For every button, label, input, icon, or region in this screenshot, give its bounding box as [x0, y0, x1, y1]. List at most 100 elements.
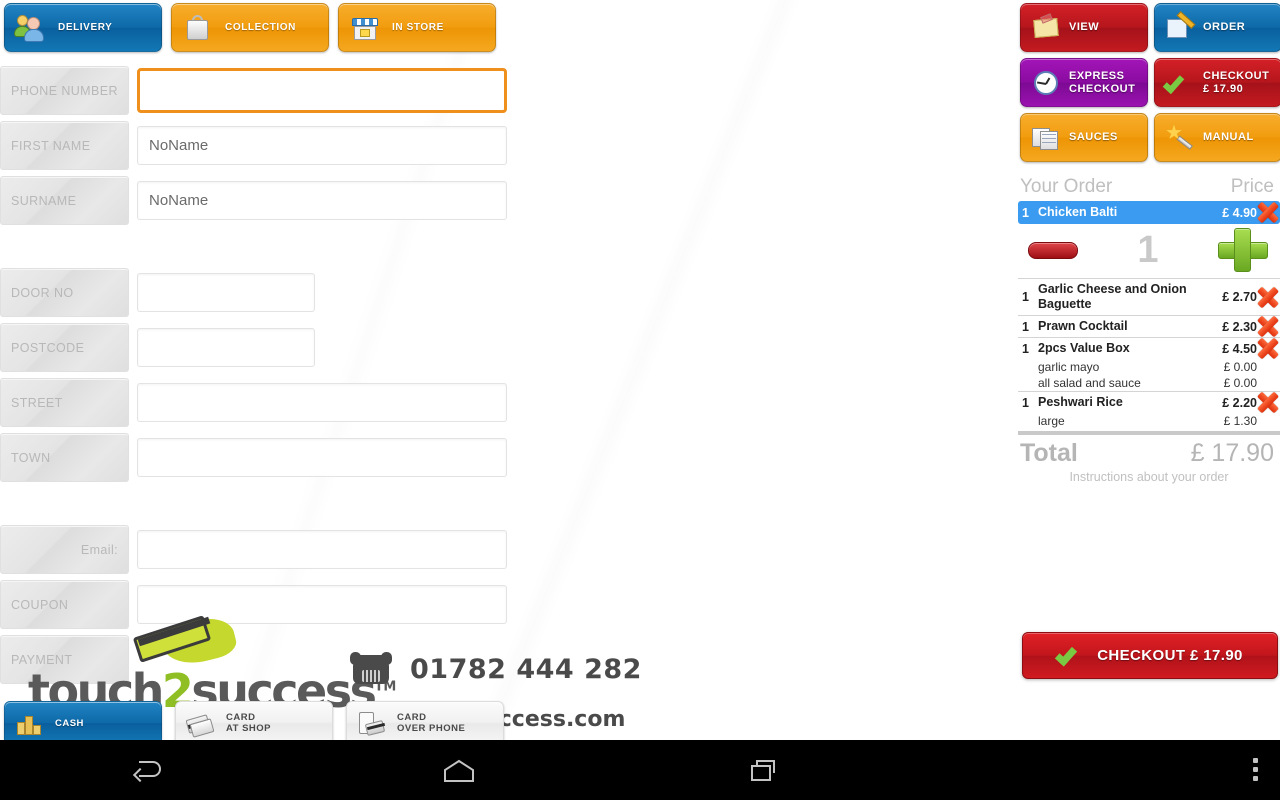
checkout-button-small[interactable]: CHECKOUT £ 17.90 [1154, 58, 1280, 107]
payment-label-line1: CARD [226, 712, 256, 723]
contact-phone-number: 01782 444 282 [410, 653, 642, 685]
android-home-button[interactable] [429, 747, 489, 793]
quantity-stepper: 1 [1018, 224, 1280, 278]
payment-method-cash[interactable]: CASH [4, 701, 162, 745]
form-row-town: TOWN [0, 430, 520, 485]
form-row-surname: SURNAME NoName [0, 173, 520, 228]
view-button[interactable]: VIEW [1020, 3, 1148, 52]
order-mode-tabs: DELIVERY COLLECTION IN STORE [4, 3, 496, 52]
field-label-door-no: DOOR NO [0, 268, 129, 317]
order-item-name: Prawn Cocktail [1038, 319, 1128, 333]
sauces-button-label: SAUCES [1069, 131, 1118, 143]
door-no-input[interactable] [137, 273, 315, 312]
order-item-row[interactable]: 1 2pcs Value Box £ 4.50 [1018, 337, 1280, 359]
delete-item-icon[interactable] [1254, 199, 1280, 227]
order-mode-label: DELIVERY [58, 22, 113, 33]
field-label-street: STREET [0, 378, 129, 427]
order-instructions-hint[interactable]: Instructions about your order [1018, 470, 1280, 484]
payment-method-card-over-phone[interactable]: CARD OVER PHONE [346, 701, 504, 745]
order-item-name: Garlic Cheese and Onion Baguette [1038, 282, 1187, 311]
checkout-small-label-line1: CHECKOUT [1203, 69, 1270, 82]
pos-app-screen: DELIVERY COLLECTION IN STORE PHONE NUMBE… [0, 0, 1280, 800]
order-item-row[interactable]: 1 Garlic Cheese and Onion Baguette £ 2.7… [1018, 278, 1280, 315]
payment-label-line2: OVER PHONE [397, 723, 466, 734]
sauces-button[interactable]: SAUCES [1020, 113, 1148, 162]
order-item-row[interactable]: 1 Peshwari Rice £ 2.20 [1018, 391, 1280, 413]
android-back-button[interactable] [123, 747, 183, 793]
checkout-large-label: CHECKOUT £ 17.90 [1097, 647, 1243, 664]
order-mode-label: COLLECTION [225, 22, 296, 33]
customer-details-form: PHONE NUMBER FIRST NAME NoName SURNAME N… [0, 63, 520, 687]
postcode-input[interactable] [137, 328, 315, 367]
order-item-row[interactable]: 1 Prawn Cocktail £ 2.30 [1018, 315, 1280, 337]
order-item-option: all salad and sauce £ 0.00 [1018, 375, 1280, 391]
manual-button-label: MANUAL [1203, 131, 1254, 143]
payment-label-line2: AT SHOP [226, 723, 272, 734]
order-item-qty: 1 [1022, 290, 1029, 304]
shopping-bag-icon [183, 13, 213, 43]
order-item-qty: 1 [1022, 319, 1029, 334]
form-row-postcode: POSTCODE [0, 320, 520, 375]
order-button[interactable]: ORDER [1154, 3, 1280, 52]
order-item-row[interactable]: 1 Chicken Balti £ 4.90 [1018, 201, 1280, 224]
field-label-surname: SURNAME [0, 176, 129, 225]
increase-quantity-button[interactable] [1217, 228, 1268, 272]
total-divider [1018, 431, 1280, 435]
field-label-town: TOWN [0, 433, 129, 482]
order-item-name: Chicken Balti [1038, 205, 1118, 219]
order-item-option: large £ 1.30 [1018, 413, 1280, 429]
first-name-input[interactable]: NoName [137, 126, 507, 165]
payment-label-line1: CASH [55, 717, 84, 729]
town-input[interactable] [137, 438, 507, 477]
manual-button[interactable]: MANUAL [1154, 113, 1280, 162]
option-price: £ 1.30 [1223, 414, 1257, 428]
surname-input[interactable]: NoName [137, 181, 507, 220]
order-mode-tab-delivery[interactable]: DELIVERY [4, 3, 162, 52]
pencil-edit-icon [1166, 10, 1196, 41]
delete-item-icon[interactable] [1254, 283, 1280, 311]
form-row-phone-number: PHONE NUMBER [0, 63, 520, 118]
option-name: garlic mayo [1038, 360, 1100, 374]
street-input[interactable] [137, 383, 507, 422]
green-check-icon [1162, 70, 1194, 96]
form-row-first-name: FIRST NAME NoName [0, 118, 520, 173]
green-check-icon [1055, 643, 1085, 668]
credit-card-icon [185, 710, 215, 738]
option-price: £ 0.00 [1223, 360, 1257, 374]
form-row-street: STREET [0, 375, 520, 430]
payment-method-buttons: CASH CARD AT SHOP CARD OVER PHONE [4, 701, 504, 745]
android-recent-apps-button[interactable] [735, 747, 795, 793]
checkout-small-label-line2: £ 17.90 [1203, 82, 1244, 95]
clock-icon [1032, 70, 1060, 96]
order-mode-tab-collection[interactable]: COLLECTION [171, 3, 329, 52]
option-name: all salad and sauce [1038, 376, 1141, 390]
storefront-icon [350, 13, 380, 43]
recent-apps-icon [751, 760, 777, 782]
order-button-label: ORDER [1203, 21, 1246, 33]
order-item-qty: 1 [1022, 341, 1029, 356]
total-value: £ 17.90 [1190, 439, 1274, 467]
order-header-price-label: Price [1230, 176, 1274, 197]
field-label-first-name: FIRST NAME [0, 121, 129, 170]
order-item-qty: 1 [1022, 395, 1029, 410]
decrease-quantity-button[interactable] [1028, 241, 1078, 259]
phone-number-input[interactable] [137, 68, 507, 113]
payment-method-card-at-shop[interactable]: CARD AT SHOP [175, 701, 333, 745]
brand-logo: touch2successTM [20, 611, 396, 718]
payment-label-line1: CARD [397, 712, 427, 723]
stepper-quantity-value: 1 [1137, 229, 1159, 271]
express-checkout-button[interactable]: EXPRESS CHECKOUT [1020, 58, 1148, 107]
checkout-button-large[interactable]: CHECKOUT £ 17.90 [1022, 632, 1278, 679]
cash-icon [15, 710, 43, 736]
field-label-phone-number: PHONE NUMBER [0, 66, 129, 115]
order-total-row: Total £ 17.90 [1018, 439, 1280, 468]
order-mode-tab-in-store[interactable]: IN STORE [338, 3, 496, 52]
note-icon [1032, 12, 1060, 41]
overflow-menu-icon[interactable] [1253, 758, 1258, 782]
phone-card-icon [357, 710, 386, 736]
order-item-qty: 1 [1022, 205, 1029, 220]
email-input[interactable] [137, 530, 507, 569]
order-mode-label: IN STORE [392, 22, 444, 33]
total-label: Total [1020, 439, 1078, 467]
order-item-name: Peshwari Rice [1038, 395, 1123, 409]
